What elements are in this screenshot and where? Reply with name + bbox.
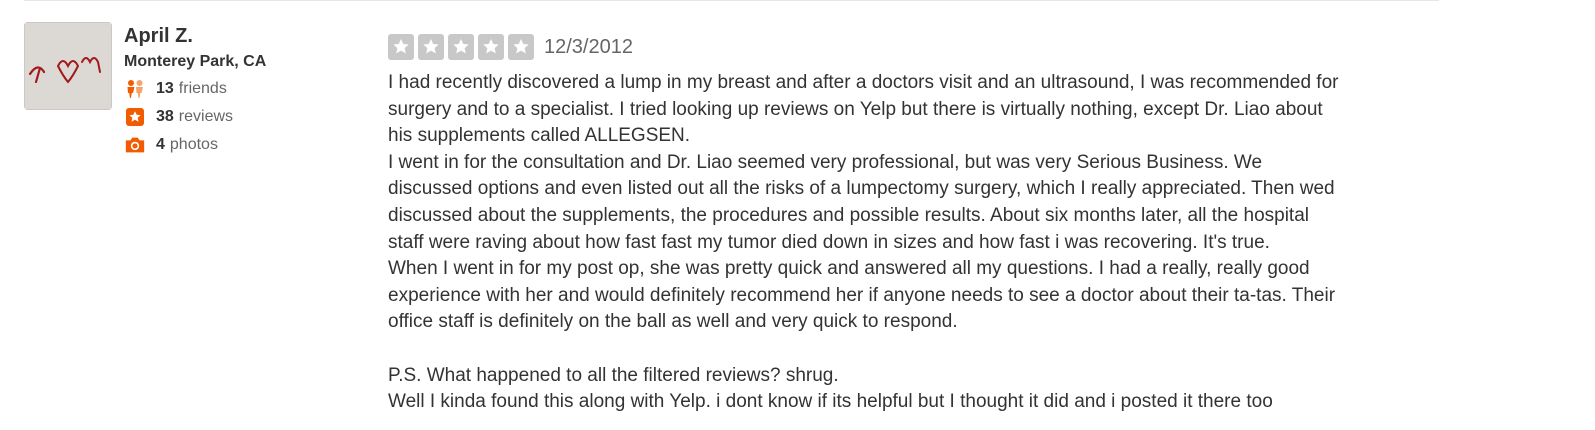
review-text-line: Well I kinda found this along with Yelp.… — [388, 391, 1273, 413]
review-text-line: I had recently discovered a lump in my b… — [388, 72, 1339, 93]
review-text-line: discussed about the supplements, the pro… — [388, 204, 1309, 226]
photos-count: 4 — [156, 136, 165, 153]
friends-label: friends — [178, 80, 227, 97]
review-text-line: surgery and to a specialist. I tried loo… — [388, 98, 1323, 120]
user-avatar[interactable] — [24, 22, 112, 110]
review-text-line: office staff is definitely on the ball a… — [388, 311, 958, 333]
star-icon — [478, 34, 504, 60]
friends-count: 13 — [156, 80, 174, 97]
star-icon — [508, 34, 534, 60]
review-content: 12/3/2012 I had recently discovered a lu… — [388, 34, 1438, 416]
star-icon — [388, 34, 414, 60]
star-icon — [448, 34, 474, 60]
review-date: 12/3/2012 — [544, 35, 633, 58]
avatar-photo-icon — [24, 22, 112, 110]
rating-line: 12/3/2012 — [388, 34, 1438, 60]
review-text-line: I went in for the consultation and Dr. L… — [388, 151, 1263, 173]
reviews-label: reviews — [178, 108, 234, 125]
review-text-line: P.S. What happened to all the filtered r… — [388, 364, 839, 386]
photos-label: photos — [169, 136, 218, 153]
camera-icon — [124, 134, 146, 156]
top-divider — [24, 0, 1439, 1]
friends-icon — [124, 78, 146, 100]
review-text: I had recently discovered a lump in my b… — [388, 70, 1438, 416]
friends-stat: 13 friends — [124, 75, 364, 103]
photos-stat: 4 photos — [124, 131, 364, 159]
star-rating — [388, 34, 534, 60]
user-name[interactable]: April Z. — [124, 24, 364, 48]
user-passport: April Z. Monterey Park, CA 13 friends 38… — [124, 24, 364, 159]
review-text-line: discussed options and even listed out al… — [388, 178, 1335, 200]
review-text-line: experience with her and would definitely… — [388, 284, 1336, 306]
user-location: Monterey Park, CA — [124, 53, 267, 70]
review-text-line — [388, 336, 1438, 363]
reviews-stat: 38 reviews — [124, 103, 364, 131]
star-badge-icon — [124, 106, 146, 128]
review-text-line: staff were raving about how fast fast my… — [388, 231, 1270, 253]
star-icon — [418, 34, 444, 60]
reviews-count: 38 — [156, 108, 174, 125]
review-text-line: When I went in for my post op, she was p… — [388, 258, 1310, 280]
review-text-line: his supplements called ALLEGSEN. — [388, 125, 691, 147]
